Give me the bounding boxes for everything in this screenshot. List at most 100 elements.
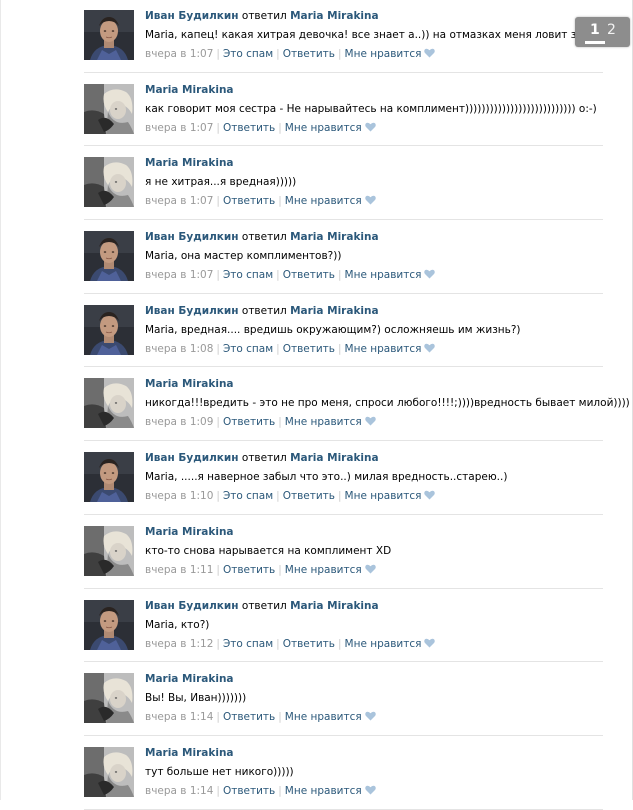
comment-time[interactable]: вчера в 1:12 bbox=[145, 638, 213, 650]
like-link[interactable]: Мне нравится bbox=[345, 638, 422, 650]
like-link[interactable]: Мне нравится bbox=[345, 343, 422, 355]
reply-link[interactable]: Ответить bbox=[223, 195, 275, 207]
comment-author-link[interactable]: Maria Mirakina bbox=[145, 747, 234, 759]
report-spam-link[interactable]: Это спам bbox=[223, 638, 273, 650]
reply-to-link[interactable]: Maria Mirakina bbox=[290, 231, 379, 243]
avatar-maria[interactable] bbox=[84, 83, 134, 134]
comment-time[interactable]: вчера в 1:14 bbox=[145, 711, 213, 723]
comment-meta: вчера в 1:14 | Ответить | Мне нравится bbox=[145, 710, 603, 725]
like-link[interactable]: Мне нравится bbox=[285, 711, 362, 723]
reply-link[interactable]: Ответить bbox=[223, 564, 275, 576]
comment-author-link[interactable]: Иван Будилкин bbox=[145, 231, 239, 243]
like-link[interactable]: Мне нравится bbox=[285, 564, 362, 576]
avatar-ivan[interactable] bbox=[84, 10, 134, 60]
comment-item: Иван Будилкин ответил Maria Mirakina Mari… bbox=[84, 0, 619, 73]
heart-icon[interactable] bbox=[424, 490, 436, 504]
like-link[interactable]: Мне нравится bbox=[345, 48, 422, 60]
comment-time[interactable]: вчера в 1:07 bbox=[145, 48, 213, 60]
report-spam-link[interactable]: Это спам bbox=[223, 490, 273, 502]
photo-pager[interactable]: 1 2 bbox=[575, 17, 630, 47]
comment-time[interactable]: вчера в 1:07 bbox=[145, 269, 213, 281]
meta-separator: | bbox=[276, 269, 280, 282]
comment-header: Иван Будилкин ответил Maria Mirakina bbox=[145, 230, 603, 244]
meta-separator: | bbox=[216, 563, 220, 576]
comment-item: Maria Mirakina Вы! Вы, Иван))))))) вчера в… bbox=[84, 662, 603, 736]
pager-page-2[interactable]: 2 bbox=[607, 22, 616, 38]
comment-author-link[interactable]: Maria Mirakina bbox=[145, 526, 234, 538]
reply-to-link[interactable]: Maria Mirakina bbox=[290, 600, 379, 612]
comment-item: Иван Будилкин ответил Maria Mirakina Mari… bbox=[84, 589, 603, 663]
comment-time[interactable]: вчера в 1:14 bbox=[145, 785, 213, 797]
heart-icon[interactable] bbox=[424, 48, 436, 62]
report-spam-link[interactable]: Это спам bbox=[223, 343, 273, 355]
comment-author-link[interactable]: Maria Mirakina bbox=[145, 673, 234, 685]
comment-meta: вчера в 1:10 | Это спам | Ответить | Мне нрави… bbox=[145, 489, 603, 504]
heart-icon[interactable] bbox=[424, 638, 436, 652]
replied-label: ответил bbox=[241, 599, 287, 612]
reply-link[interactable]: Ответить bbox=[283, 48, 335, 60]
page-left-border bbox=[0, 0, 1, 800]
reply-link[interactable]: Ответить bbox=[283, 343, 335, 355]
comment-item: Иван Будилкин ответил Maria Mirakina Mari… bbox=[84, 294, 603, 368]
like-link[interactable]: Мне нравится bbox=[285, 122, 362, 134]
comment-time[interactable]: вчера в 1:07 bbox=[145, 195, 213, 207]
reply-link[interactable]: Ответить bbox=[283, 638, 335, 650]
heart-icon[interactable] bbox=[364, 195, 376, 209]
comment-author-link[interactable]: Иван Будилкин bbox=[145, 10, 239, 22]
like-link[interactable]: Мне нравится bbox=[285, 195, 362, 207]
meta-separator: | bbox=[278, 416, 282, 429]
meta-separator: | bbox=[337, 269, 342, 282]
like-link[interactable]: Мне нравится bbox=[345, 490, 422, 502]
like-link[interactable]: Мне нравится bbox=[285, 785, 362, 797]
avatar-ivan[interactable] bbox=[84, 304, 134, 355]
reply-link[interactable]: Ответить bbox=[283, 490, 335, 502]
avatar-ivan[interactable] bbox=[84, 231, 134, 282]
avatar-maria[interactable] bbox=[84, 157, 134, 208]
avatar-maria[interactable] bbox=[84, 525, 134, 576]
reply-link[interactable]: Ответить bbox=[223, 122, 275, 134]
comment-time[interactable]: вчера в 1:07 bbox=[145, 122, 213, 134]
comment-header: Иван Будилкин ответил Maria Mirakina bbox=[145, 9, 603, 23]
reply-link[interactable]: Ответить bbox=[223, 785, 275, 797]
avatar-ivan[interactable] bbox=[84, 599, 134, 650]
reply-to-link[interactable]: Maria Mirakina bbox=[290, 10, 379, 22]
comment-author-link[interactable]: Иван Будилкин bbox=[145, 600, 239, 612]
comment-author-link[interactable]: Иван Будилкин bbox=[145, 452, 239, 464]
report-spam-link[interactable]: Это спам bbox=[223, 269, 273, 281]
comment-time[interactable]: вчера в 1:10 bbox=[145, 490, 213, 502]
comment-time[interactable]: вчера в 1:09 bbox=[145, 416, 213, 428]
comment-text: Maria, вредная.... вредишь окружающим?) … bbox=[145, 323, 521, 336]
heart-icon[interactable] bbox=[364, 122, 376, 136]
like-link[interactable]: Мне нравится bbox=[345, 269, 422, 281]
meta-separator: | bbox=[276, 48, 280, 60]
avatar-maria[interactable] bbox=[84, 746, 134, 797]
heart-icon[interactable] bbox=[364, 785, 376, 799]
report-spam-link[interactable]: Это спам bbox=[223, 48, 273, 60]
avatar-ivan[interactable] bbox=[84, 452, 134, 503]
heart-icon[interactable] bbox=[424, 269, 436, 283]
comment-text: я не хитрая...я вредная))))) bbox=[145, 176, 297, 189]
comment-author-link[interactable]: Maria Mirakina bbox=[145, 157, 234, 169]
comment-time[interactable]: вчера в 1:11 bbox=[145, 564, 213, 576]
heart-icon[interactable] bbox=[364, 564, 376, 578]
reply-link[interactable]: Ответить bbox=[283, 269, 335, 281]
reply-to-link[interactable]: Maria Mirakina bbox=[290, 452, 379, 464]
avatar-maria[interactable] bbox=[84, 378, 134, 429]
comment-time[interactable]: вчера в 1:08 bbox=[145, 343, 213, 355]
heart-icon[interactable] bbox=[364, 416, 376, 430]
comment-text: Вы! Вы, Иван))))))) bbox=[145, 692, 247, 705]
reply-link[interactable]: Ответить bbox=[223, 416, 275, 428]
avatar-maria[interactable] bbox=[84, 673, 134, 724]
reply-link[interactable]: Ответить bbox=[223, 711, 275, 723]
reply-to-link[interactable]: Maria Mirakina bbox=[290, 305, 379, 317]
heart-icon[interactable] bbox=[364, 711, 376, 725]
comment-author-link[interactable]: Maria Mirakina bbox=[145, 84, 234, 96]
comment-author-link[interactable]: Иван Будилкин bbox=[145, 305, 239, 317]
meta-separator: | bbox=[216, 490, 220, 503]
pager-page-1[interactable]: 1 bbox=[590, 22, 600, 38]
meta-separator: | bbox=[216, 711, 220, 724]
comment-author-link[interactable]: Maria Mirakina bbox=[145, 378, 234, 390]
heart-icon[interactable] bbox=[424, 343, 436, 357]
pager-current-underline bbox=[585, 41, 605, 44]
like-link[interactable]: Мне нравится bbox=[285, 416, 362, 428]
